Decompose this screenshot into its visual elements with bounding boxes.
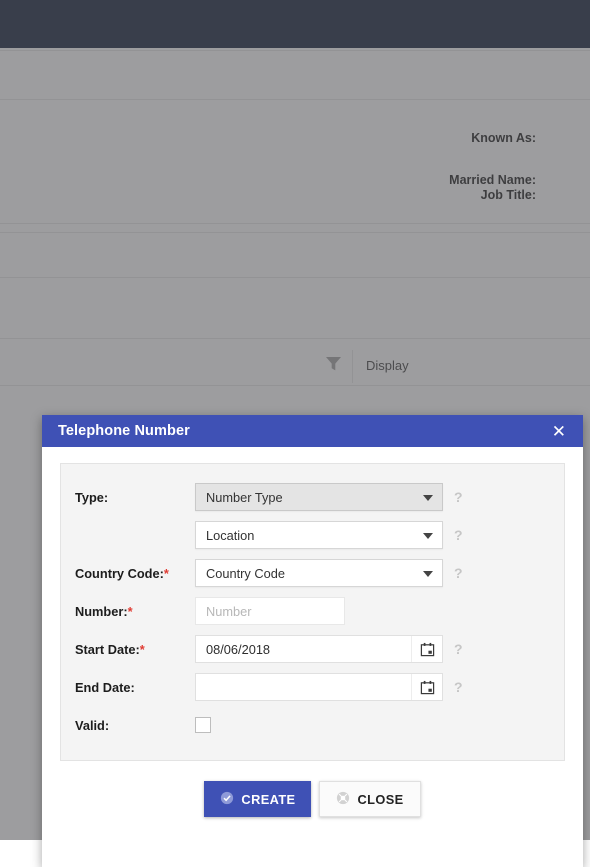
number-type-select-value: Number Type bbox=[206, 489, 283, 505]
country-code-select[interactable]: Country Code bbox=[195, 559, 443, 587]
help-icon-location[interactable]: ? bbox=[454, 527, 464, 543]
number-type-select[interactable]: Number Type bbox=[195, 483, 443, 511]
label-type: Type: bbox=[75, 489, 109, 505]
form-row-country-code: Country Code:* Country Code ? bbox=[61, 554, 564, 592]
calendar-icon[interactable] bbox=[411, 636, 442, 662]
help-icon-country-code[interactable]: ? bbox=[454, 565, 464, 581]
telephone-number-dialog: Telephone Number ✕ Type: Number Type ? L… bbox=[42, 415, 583, 867]
help-icon-start-date[interactable]: ? bbox=[454, 641, 464, 657]
dialog-title: Telephone Number bbox=[58, 423, 190, 439]
control-end-date: ? bbox=[195, 673, 464, 701]
label-number: Number:* bbox=[75, 603, 133, 619]
form-row-number: Number:* bbox=[61, 592, 564, 630]
country-code-select-value: Country Code bbox=[206, 565, 285, 581]
form-row-end-date: End Date: ? bbox=[61, 668, 564, 706]
label-end-date: End Date: bbox=[75, 679, 135, 695]
end-date-input[interactable] bbox=[195, 673, 443, 701]
form-row-location: Location ? bbox=[61, 516, 564, 554]
chevron-down-icon bbox=[423, 533, 433, 539]
label-start-date: Start Date:* bbox=[75, 641, 145, 657]
chevron-down-icon bbox=[423, 495, 433, 501]
form-row-type: Type: Number Type ? bbox=[61, 478, 564, 516]
dialog-footer: CREATE CLOSE bbox=[60, 761, 565, 839]
close-button-label: CLOSE bbox=[357, 791, 404, 807]
dialog-header: Telephone Number ✕ bbox=[42, 415, 583, 447]
telephone-form-panel: Type: Number Type ? Location ? Country C… bbox=[60, 463, 565, 761]
label-country-code: Country Code:* bbox=[75, 565, 169, 581]
check-circle-icon bbox=[220, 791, 234, 808]
control-type: Number Type ? bbox=[195, 483, 464, 511]
close-x-icon[interactable]: ✕ bbox=[549, 421, 569, 442]
valid-checkbox[interactable] bbox=[195, 717, 211, 733]
close-button[interactable]: CLOSE bbox=[319, 781, 421, 817]
start-date-value: 08/06/2018 bbox=[206, 641, 271, 657]
control-start-date: 08/06/2018 ? bbox=[195, 635, 464, 663]
number-input[interactable] bbox=[195, 597, 345, 625]
help-icon-end-date[interactable]: ? bbox=[454, 679, 464, 695]
dialog-body: Type: Number Type ? Location ? Country C… bbox=[42, 447, 583, 867]
control-number bbox=[195, 597, 366, 625]
required-asterisk: * bbox=[127, 603, 133, 619]
start-date-input[interactable]: 08/06/2018 bbox=[195, 635, 443, 663]
location-select[interactable]: Location bbox=[195, 521, 443, 549]
control-country-code: Country Code ? bbox=[195, 559, 464, 587]
control-valid bbox=[195, 717, 211, 733]
chevron-down-icon bbox=[423, 571, 433, 577]
form-row-valid: Valid: bbox=[61, 706, 564, 744]
help-icon-type[interactable]: ? bbox=[454, 489, 464, 505]
control-location: Location ? bbox=[195, 521, 464, 549]
label-valid: Valid: bbox=[75, 717, 110, 733]
calendar-icon[interactable] bbox=[411, 674, 442, 700]
required-asterisk: * bbox=[163, 565, 169, 581]
dialog-bottom-padding bbox=[60, 839, 565, 867]
location-select-value: Location bbox=[206, 527, 255, 543]
create-button-label: CREATE bbox=[241, 791, 296, 807]
form-row-start-date: Start Date:* 08/06/2018 ? bbox=[61, 630, 564, 668]
cancel-circle-icon bbox=[336, 791, 350, 808]
create-button[interactable]: CREATE bbox=[204, 781, 312, 817]
required-asterisk: * bbox=[139, 641, 145, 657]
